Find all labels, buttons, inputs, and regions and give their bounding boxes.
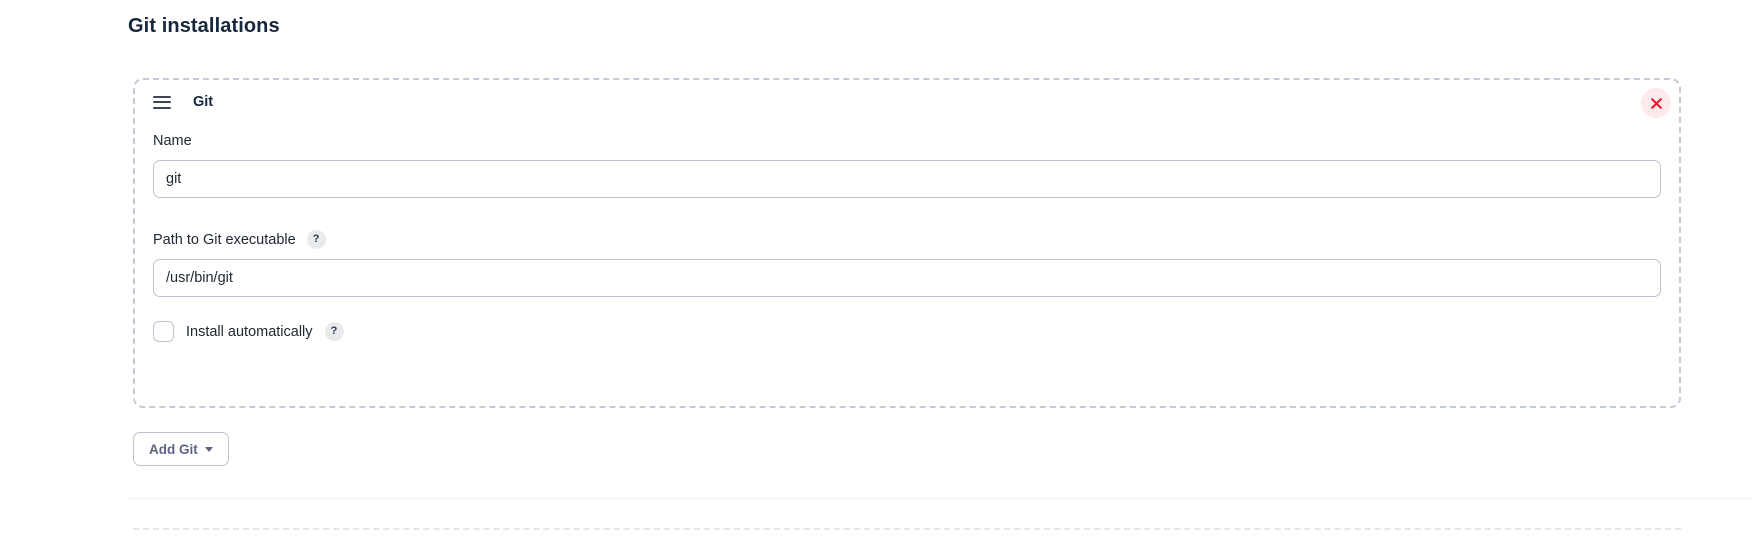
git-installation-card: Git Name Path to Git executable ? Instal… (133, 78, 1681, 408)
chevron-down-icon (204, 446, 213, 452)
name-label-text: Name (153, 133, 192, 149)
name-input[interactable] (153, 160, 1661, 198)
card-title: Git (193, 94, 214, 110)
card-header: Git (153, 94, 213, 110)
name-field-label: Name (153, 132, 1661, 150)
close-icon (1650, 97, 1662, 109)
install-automatically-row: Install automatically ? (153, 321, 1661, 342)
path-field-label: Path to Git executable ? (153, 230, 1661, 249)
add-git-label: Add Git (149, 441, 198, 457)
card-form: Name Path to Git executable ? Install au… (153, 132, 1661, 342)
help-icon[interactable]: ? (306, 230, 326, 249)
install-automatically-checkbox[interactable] (153, 321, 174, 342)
help-icon[interactable]: ? (324, 322, 344, 341)
path-input[interactable] (153, 259, 1661, 297)
section-divider (128, 498, 1752, 499)
git-installations-page: Git installations Git Name Path to Git e… (0, 0, 1752, 536)
next-section-card-peek (133, 528, 1681, 536)
install-automatically-label: Install automatically (186, 323, 313, 340)
add-git-button[interactable]: Add Git (133, 432, 229, 466)
delete-git-installation-button[interactable] (1641, 88, 1671, 118)
page-title: Git installations (128, 15, 280, 37)
drag-handle-icon[interactable] (153, 95, 171, 109)
path-label-text: Path to Git executable (153, 231, 296, 248)
